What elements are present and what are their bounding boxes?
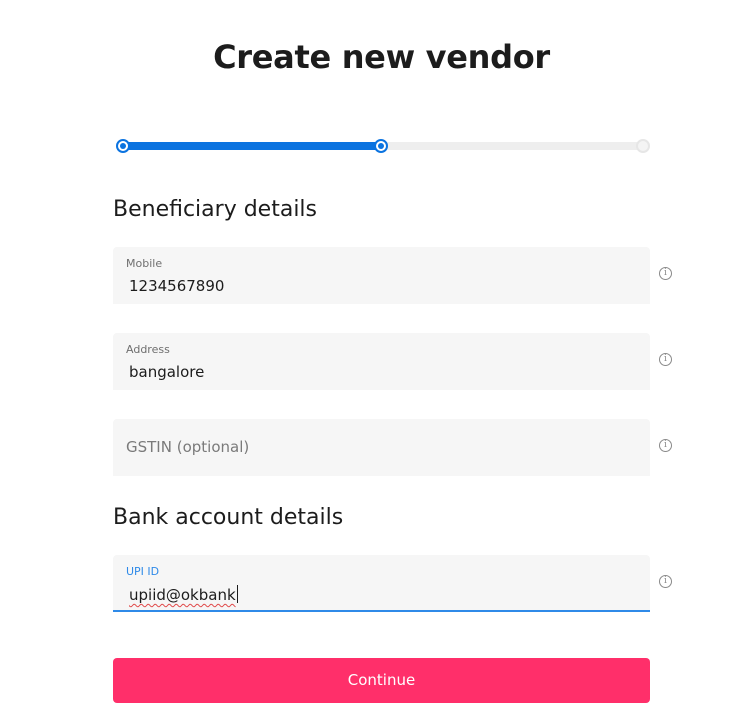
address-field[interactable]: Address bangalore (113, 333, 650, 390)
address-label: Address (126, 343, 170, 356)
gstin-info-icon[interactable]: i (659, 439, 672, 452)
gstin-placeholder[interactable]: GSTIN (optional) (126, 438, 249, 456)
upi-info-icon[interactable]: i (659, 575, 672, 588)
mobile-value[interactable]: 1234567890 (129, 277, 224, 295)
gstin-field[interactable]: GSTIN (optional) (113, 419, 650, 476)
upi-id-value[interactable]: upiid@okbank (129, 586, 236, 604)
mobile-info-icon[interactable]: i (659, 267, 672, 280)
mobile-label: Mobile (126, 257, 163, 270)
upi-id-label: UPI ID (126, 565, 160, 578)
step-1-dot (116, 139, 130, 153)
continue-button[interactable]: Continue (113, 658, 650, 703)
beneficiary-heading: Beneficiary details (113, 197, 318, 222)
page-title: Create new vendor (213, 38, 550, 76)
progress-stepper (116, 139, 650, 153)
text-caret (236, 585, 238, 603)
upi-id-field[interactable]: UPI ID upiid@okbank (113, 555, 650, 612)
upi-id-value-wrap[interactable]: upiid@okbank (129, 585, 238, 604)
step-3-dot (636, 139, 650, 153)
stepper-fill (120, 142, 382, 150)
address-value[interactable]: bangalore (129, 363, 204, 381)
create-vendor-page: Create new vendor Beneficiary details Mo… (0, 0, 745, 721)
mobile-field[interactable]: Mobile 1234567890 (113, 247, 650, 304)
address-info-icon[interactable]: i (659, 353, 672, 366)
bank-heading: Bank account details (113, 505, 344, 530)
step-2-dot (374, 139, 388, 153)
